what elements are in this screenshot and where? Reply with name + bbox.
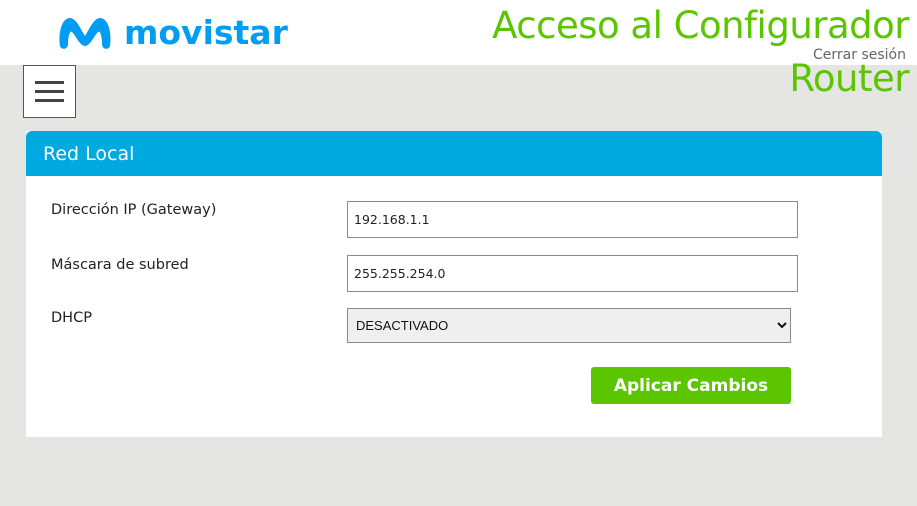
panel-header: Red Local bbox=[26, 131, 882, 176]
page-title: Acceso al Configurador bbox=[492, 4, 909, 47]
panel-title: Red Local bbox=[43, 142, 135, 165]
top-header: movistar Acceso al Configurador Cerrar s… bbox=[0, 0, 917, 65]
brand-name: movistar bbox=[124, 12, 288, 52]
hamburger-menu-button[interactable] bbox=[23, 65, 76, 118]
page-title-line2: Router bbox=[789, 57, 909, 100]
apply-changes-button[interactable]: Aplicar Cambios bbox=[591, 367, 791, 404]
hamburger-menu-icon-bar bbox=[35, 99, 64, 102]
hamburger-menu-icon bbox=[35, 81, 64, 84]
dhcp-label: DHCP bbox=[51, 310, 92, 326]
movistar-m-icon bbox=[59, 18, 111, 49]
subnet-mask-label: Máscara de subred bbox=[51, 257, 189, 273]
ip-gateway-input[interactable] bbox=[347, 201, 798, 238]
ip-gateway-label: Dirección IP (Gateway) bbox=[51, 202, 217, 218]
movistar-logo: movistar bbox=[56, 10, 288, 54]
dhcp-select[interactable]: DESACTIVADO bbox=[347, 308, 791, 343]
hamburger-menu-icon-bar bbox=[35, 90, 64, 93]
local-network-panel: Red Local Dirección IP (Gateway) Máscara… bbox=[26, 131, 882, 437]
subnet-mask-input[interactable] bbox=[347, 255, 798, 292]
